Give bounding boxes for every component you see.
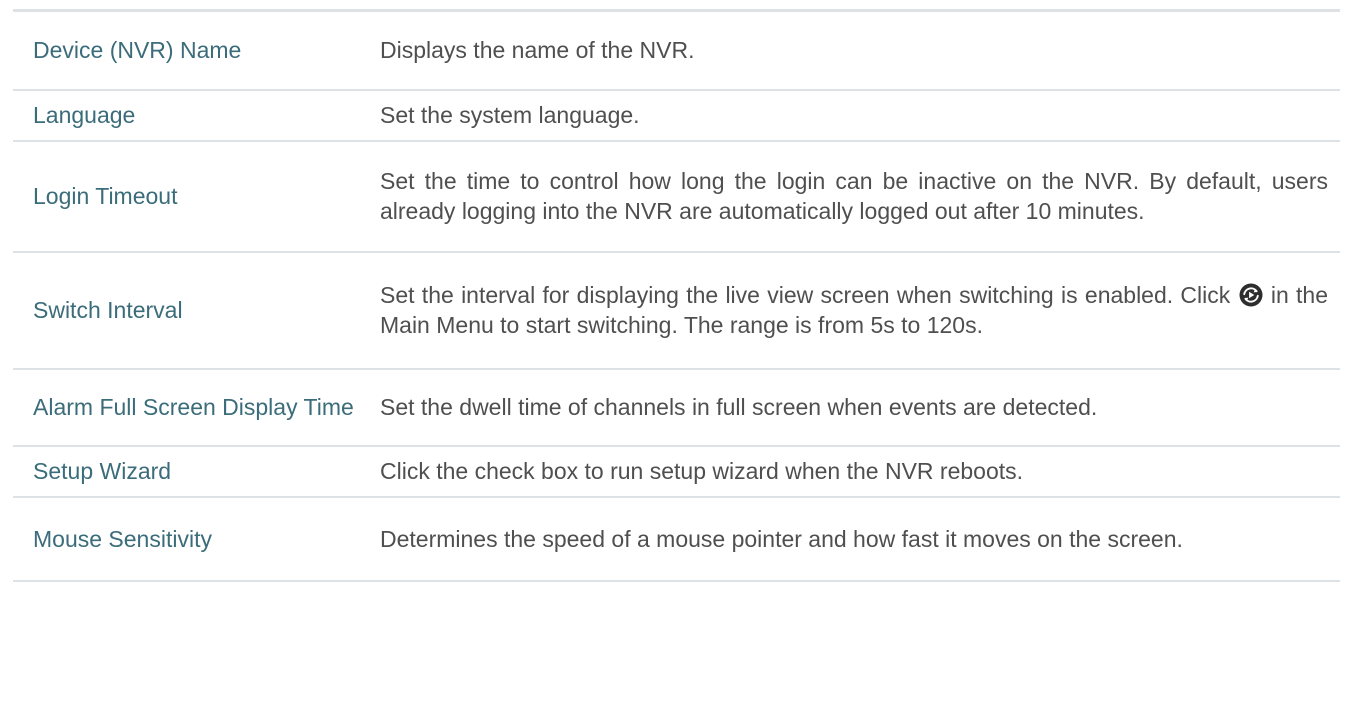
table-row: Mouse Sensitivity Determines the speed o… bbox=[13, 496, 1340, 582]
table-row: Setup Wizard Click the check box to run … bbox=[13, 445, 1340, 498]
parameter-description: Set the time to control how long the log… bbox=[380, 140, 1340, 253]
parameter-description: Click the check box to run setup wizard … bbox=[380, 445, 1340, 498]
table-row: Alarm Full Screen Display Time Set the d… bbox=[13, 368, 1340, 447]
switching-icon bbox=[1239, 283, 1263, 307]
parameter-name: Switch Interval bbox=[13, 251, 380, 370]
parameter-description: Determines the speed of a mouse pointer … bbox=[380, 496, 1340, 582]
parameter-table: Device (NVR) Name Displays the name of t… bbox=[13, 9, 1340, 582]
table-row: Switch Interval Set the interval for dis… bbox=[13, 251, 1340, 370]
parameter-description: Set the interval for displaying the live… bbox=[380, 251, 1340, 370]
description-text-before-icon: Set the interval for displaying the live… bbox=[380, 282, 1231, 308]
parameter-description: Set the dwell time of channels in full s… bbox=[380, 368, 1340, 447]
parameter-description: Set the system language. bbox=[380, 89, 1340, 142]
parameter-name: Mouse Sensitivity bbox=[13, 496, 380, 582]
parameter-name: Language bbox=[13, 89, 380, 142]
parameter-name: Login Timeout bbox=[13, 140, 380, 253]
table-row: Device (NVR) Name Displays the name of t… bbox=[13, 10, 1340, 91]
table-row: Login Timeout Set the time to control ho… bbox=[13, 140, 1340, 253]
parameter-name: Alarm Full Screen Display Time bbox=[13, 368, 380, 447]
parameter-description: Displays the name of the NVR. bbox=[380, 10, 1340, 91]
parameter-name: Setup Wizard bbox=[13, 445, 380, 498]
table-row: Language Set the system language. bbox=[13, 89, 1340, 142]
parameter-name: Device (NVR) Name bbox=[13, 10, 380, 91]
